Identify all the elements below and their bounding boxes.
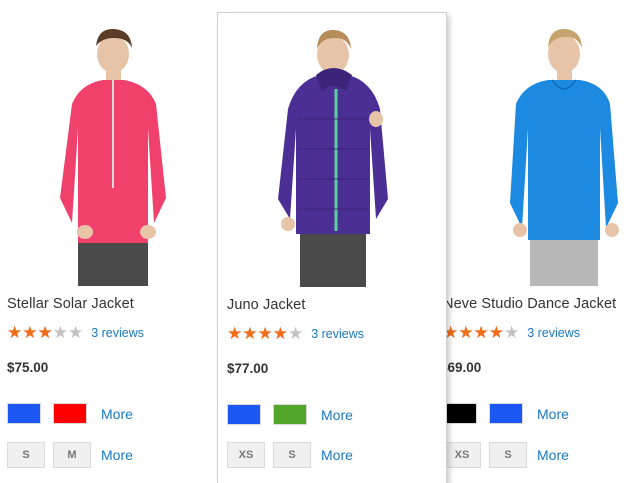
size-swatches: XS S More	[446, 442, 569, 468]
product-name[interactable]: Stellar Solar Jacket	[7, 296, 134, 312]
size-swatch-m[interactable]: M	[53, 442, 91, 468]
reviews-link[interactable]: 3 reviews	[91, 326, 144, 340]
size-swatch-xs[interactable]: XS	[446, 442, 481, 468]
color-swatches: More	[227, 404, 353, 425]
color-swatch-green[interactable]	[273, 404, 307, 425]
product-image[interactable]	[38, 18, 188, 286]
reviews-link[interactable]: 3 reviews	[527, 326, 580, 340]
product-rating: ★★★★★ ★★★★★ 3 reviews	[446, 324, 580, 341]
product-card-juno-jacket[interactable]: Juno Jacket ★★★★★ ★★★★★ 3 reviews $77.00…	[217, 12, 447, 483]
size-swatches: XS S More	[227, 442, 353, 468]
product-rating: ★★★★★ ★★★★★ 3 reviews	[227, 325, 364, 342]
jacket-shape	[510, 80, 618, 240]
color-swatch-red[interactable]	[53, 403, 87, 424]
product-price: $69.00	[446, 360, 482, 375]
product-price: $77.00	[227, 361, 269, 376]
sizes-more-link[interactable]: More	[537, 447, 569, 463]
product-card-stellar-solar-jacket[interactable]: Stellar Solar Jacket ★★★★★ ★★★★★ 3 revie…	[0, 0, 215, 474]
color-swatch-black[interactable]	[446, 403, 477, 424]
sizes-more-link[interactable]: More	[321, 447, 353, 463]
product-rating: ★★★★★ ★★★★★ 3 reviews	[7, 324, 144, 341]
colors-more-link[interactable]: More	[321, 407, 353, 423]
colors-more-link[interactable]: More	[101, 406, 133, 422]
product-price: $75.00	[7, 360, 49, 375]
color-swatches: More	[7, 403, 133, 424]
product-card-neve-studio-dance-jacket[interactable]: Neve Studio Dance Jacket ★★★★★ ★★★★★ 3 r…	[446, 0, 629, 474]
size-swatch-s[interactable]: S	[273, 442, 311, 468]
rating-stars: ★★★★★ ★★★★★	[446, 323, 520, 342]
size-swatch-xs[interactable]: XS	[227, 442, 265, 468]
sizes-more-link[interactable]: More	[101, 447, 133, 463]
color-swatch-blue[interactable]	[7, 403, 41, 424]
rating-stars: ★★★★★ ★★★★★	[227, 324, 304, 343]
color-swatch-blue[interactable]	[489, 403, 523, 424]
color-swatch-blue[interactable]	[227, 404, 261, 425]
color-swatches: More	[446, 403, 569, 424]
size-swatch-s[interactable]: S	[489, 442, 527, 468]
product-image[interactable]	[258, 19, 408, 287]
rating-stars: ★★★★★ ★★★★★	[7, 323, 84, 342]
product-name[interactable]: Juno Jacket	[227, 297, 305, 313]
size-swatch-s[interactable]: S	[7, 442, 45, 468]
product-image[interactable]	[486, 18, 626, 286]
colors-more-link[interactable]: More	[537, 406, 569, 422]
product-name[interactable]: Neve Studio Dance Jacket	[446, 296, 616, 312]
jacket-shape	[278, 75, 388, 234]
size-swatches: S M More	[7, 442, 133, 468]
reviews-link[interactable]: 3 reviews	[311, 327, 364, 341]
